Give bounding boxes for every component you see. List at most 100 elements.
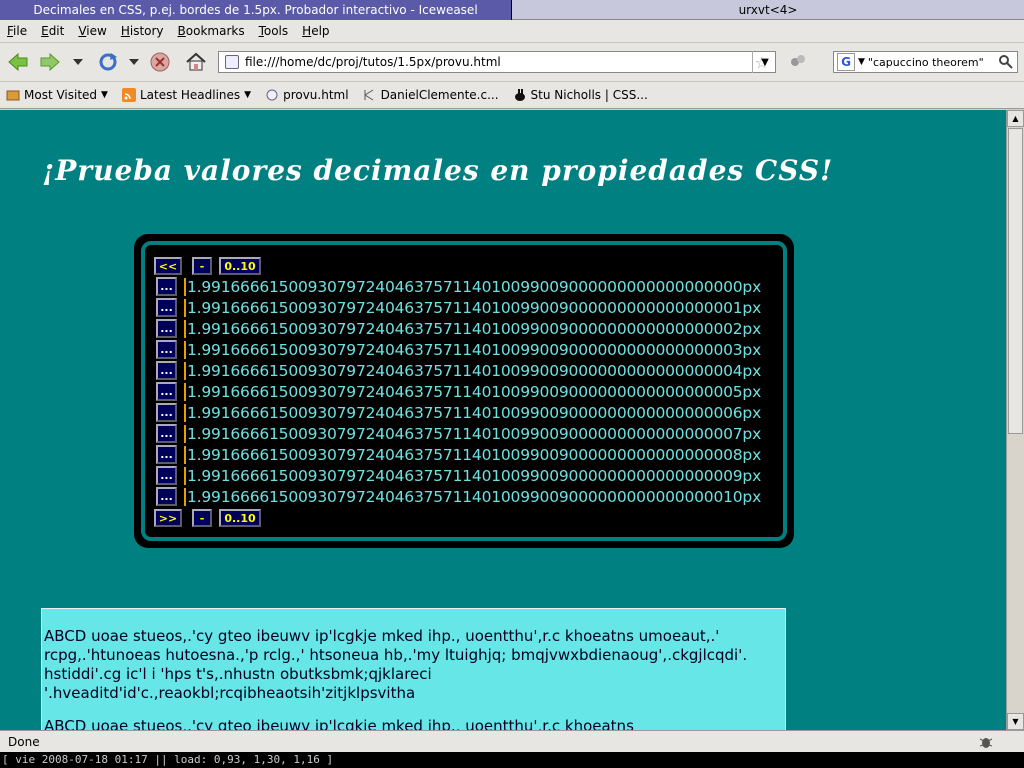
value-row: ... 1.99166661500930797240463757114010099… xyxy=(156,318,761,339)
home-button[interactable] xyxy=(184,51,208,73)
range-button-bottom[interactable]: 0..10 xyxy=(219,509,261,527)
row-edit-button[interactable]: ... xyxy=(156,382,177,401)
bookmark-stu-nicholls[interactable]: Stu Nicholls | CSS... xyxy=(513,88,648,102)
chevron-down-icon: ▼ xyxy=(244,90,252,100)
vertical-scrollbar[interactable]: ▲ ▼ xyxy=(1006,110,1024,730)
row-value: 1.99166661500930797240463757114010099009… xyxy=(184,487,761,506)
minus-button-bottom[interactable]: - xyxy=(192,509,212,527)
row-value: 1.99166661500930797240463757114010099009… xyxy=(184,424,761,443)
addon-button[interactable] xyxy=(786,51,810,73)
scroll-down-arrow-icon[interactable]: ▼ xyxy=(1007,713,1024,730)
value-row: ... 1.99166661500930797240463757114010099… xyxy=(156,360,761,381)
row-edit-button[interactable]: ... xyxy=(156,340,177,359)
system-status-bar: [ vie 2008-07-18 01:17 || load: 0,93, 1,… xyxy=(0,752,1024,768)
status-text: Done xyxy=(8,735,40,749)
search-input[interactable]: "capuccino theorem" xyxy=(868,56,998,69)
reload-icon xyxy=(99,53,117,71)
chevron-down-icon: ▼ xyxy=(101,90,108,100)
row-edit-button[interactable]: ... xyxy=(156,403,177,422)
magnifier-icon[interactable] xyxy=(998,54,1014,70)
page-content: ¡Prueba valores decimales en propiedades… xyxy=(0,110,1006,730)
home-icon xyxy=(186,52,206,71)
row-edit-button[interactable]: ... xyxy=(156,445,177,464)
value-row: ... 1.99166661500930797240463757114010099… xyxy=(156,339,761,360)
scrollbar-thumb[interactable] xyxy=(1008,128,1023,434)
url-history-dropdown[interactable]: ▼ xyxy=(752,51,777,73)
bug-icon[interactable] xyxy=(978,734,994,753)
bookmarks-toolbar: Most Visited ▼ Latest Headlines ▼ provu.… xyxy=(0,82,1024,109)
bookmark-most-visited[interactable]: Most Visited ▼ xyxy=(6,88,108,102)
menu-tools[interactable]: Tools xyxy=(252,24,296,38)
forward-arrow-icon xyxy=(40,52,60,72)
row-value: 1.99166661500930797240463757114010099009… xyxy=(184,466,761,485)
value-row: ... 1.99166661500930797240463757114010099… xyxy=(156,444,761,465)
menu-view[interactable]: View xyxy=(71,24,113,38)
reload-dropdown-button[interactable] xyxy=(126,51,142,73)
page-icon xyxy=(266,89,278,101)
minus-button[interactable]: - xyxy=(192,257,212,275)
status-bar: Done xyxy=(0,730,1024,753)
menu-help[interactable]: Help xyxy=(295,24,336,38)
inactive-window-title[interactable]: urxvt<4> xyxy=(512,0,1024,20)
value-row: ... 1.99166661500930797240463757114010099… xyxy=(156,423,761,444)
row-value: 1.99166661500930797240463757114010099009… xyxy=(184,361,761,380)
sample-text-box: ABCD uoae stueos,.'cy gteo ibeuwv ip'lcg… xyxy=(41,608,786,730)
rss-feed-icon xyxy=(121,88,136,102)
previous-button[interactable]: << xyxy=(154,257,182,275)
sample-paragraph: ABCD uoae stueos,.'cy gteo ibeuwv ip'lcg… xyxy=(44,717,634,730)
row-edit-button[interactable]: ... xyxy=(156,487,177,506)
scroll-up-arrow-icon[interactable]: ▲ xyxy=(1007,110,1024,127)
history-dropdown-button[interactable] xyxy=(70,51,86,73)
row-value: 1.99166661500930797240463757114010099009… xyxy=(184,277,761,296)
row-value: 1.99166661500930797240463757114010099009… xyxy=(184,382,761,401)
row-value: 1.99166661500930797240463757114010099009… xyxy=(184,340,761,359)
menu-edit[interactable]: Edit xyxy=(34,24,71,38)
chevron-down-icon xyxy=(129,59,139,65)
row-edit-button[interactable]: ... xyxy=(156,277,177,296)
page-favicon-icon xyxy=(225,55,239,69)
forward-button[interactable] xyxy=(38,51,62,73)
bookmark-danielclemente[interactable]: DanielClemente.c... xyxy=(363,88,499,102)
next-button[interactable]: >> xyxy=(154,509,182,527)
row-value: 1.99166661500930797240463757114010099009… xyxy=(184,403,761,422)
window-titlebar: Decimales en CSS, p.ej. bordes de 1.5px.… xyxy=(0,0,1024,20)
search-box[interactable]: G ▼ "capuccino theorem" xyxy=(833,51,1018,73)
bookmark-latest-headlines[interactable]: Latest Headlines ▼ xyxy=(121,88,252,102)
value-row: ... 1.99166661500930797240463757114010099… xyxy=(156,465,761,486)
value-row: ... 1.99166661500930797240463757114010099… xyxy=(156,486,761,507)
chevron-down-icon xyxy=(73,59,83,65)
bookmark-provu[interactable]: provu.html xyxy=(265,88,349,102)
search-engine-dropdown-icon[interactable]: ▼ xyxy=(858,57,865,67)
menu-file[interactable]: File xyxy=(0,24,34,38)
reload-button[interactable] xyxy=(96,51,120,73)
rabbit-icon xyxy=(514,89,525,101)
back-button[interactable] xyxy=(6,51,30,73)
menu-history[interactable]: History xyxy=(114,24,171,38)
puzzle-icon xyxy=(791,55,805,66)
value-row: ... 1.99166661500930797240463757114010099… xyxy=(156,402,761,423)
navigation-toolbar: file:///home/dc/proj/tutos/1.5px/provu.h… xyxy=(0,43,1024,82)
value-row: ... 1.99166661500930797240463757114010099… xyxy=(156,297,761,318)
range-button[interactable]: 0..10 xyxy=(219,257,261,275)
url-bar[interactable]: file:///home/dc/proj/tutos/1.5px/provu.h… xyxy=(218,51,776,73)
active-window-title[interactable]: Decimales en CSS, p.ej. bordes de 1.5px.… xyxy=(0,0,512,20)
row-edit-button[interactable]: ... xyxy=(156,424,177,443)
menu-bookmarks[interactable]: Bookmarks xyxy=(171,24,252,38)
menu-bar: File Edit View History Bookmarks Tools H… xyxy=(0,20,1024,43)
row-value: 1.99166661500930797240463757114010099009… xyxy=(184,445,761,464)
row-edit-button[interactable]: ... xyxy=(156,298,177,317)
row-edit-button[interactable]: ... xyxy=(156,361,177,380)
stop-button[interactable] xyxy=(148,51,172,73)
url-text: file:///home/dc/proj/tutos/1.5px/provu.h… xyxy=(245,55,501,69)
value-row: ... 1.99166661500930797240463757114010099… xyxy=(156,276,761,297)
row-edit-button[interactable]: ... xyxy=(156,319,177,338)
row-value: 1.99166661500930797240463757114010099009… xyxy=(184,319,761,338)
stop-icon xyxy=(150,52,170,72)
site-icon xyxy=(364,89,373,101)
row-edit-button[interactable]: ... xyxy=(156,466,177,485)
row-value: 1.99166661500930797240463757114010099009… xyxy=(184,298,761,317)
page-heading: ¡Prueba valores decimales en propiedades… xyxy=(42,154,834,187)
sample-paragraph: ABCD uoae stueos,.'cy gteo ibeuwv ip'lcg… xyxy=(44,627,748,702)
google-search-engine-icon[interactable]: G xyxy=(837,53,855,71)
folder-icon xyxy=(6,90,20,101)
